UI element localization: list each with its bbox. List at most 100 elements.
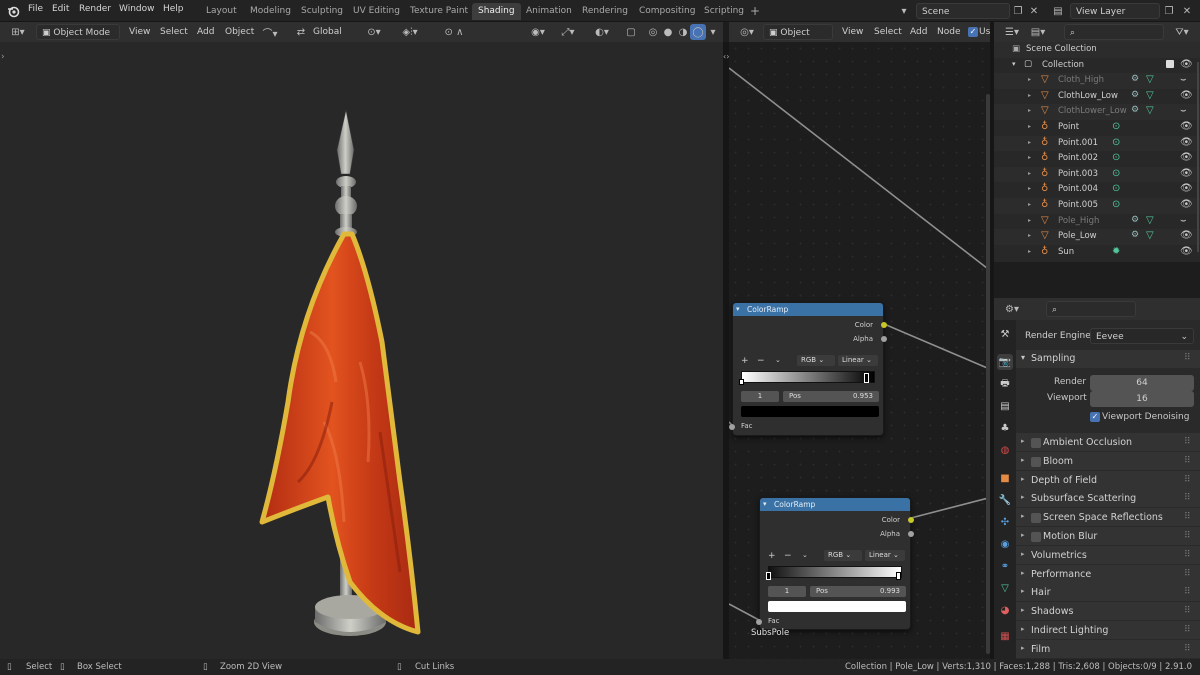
menu-render[interactable]: Render (79, 4, 111, 14)
node-add-menu[interactable]: Add (905, 24, 932, 40)
render-engine-dropdown[interactable]: Eevee ⌄ (1090, 328, 1194, 344)
xray-icon[interactable]: ▢ (624, 24, 638, 40)
data-tab-icon[interactable]: ▽ (997, 580, 1013, 596)
output-tab-icon[interactable]: 🖶 (997, 376, 1013, 392)
node-2-color-mode-dropdown[interactable]: RGB ⌄ (824, 550, 862, 561)
mesh-data-icon[interactable]: ▽ (1146, 215, 1154, 226)
wireframe-shading-icon[interactable]: ◎ (646, 24, 660, 40)
add-menu[interactable]: Add (192, 24, 219, 40)
scene-icon[interactable]: ▾ (893, 3, 915, 19)
outliner-item[interactable]: ▸ ♁ Point ⊙ 👁 (994, 120, 1200, 136)
tab-texture-paint[interactable]: Texture Paint (404, 3, 474, 20)
object-menu[interactable]: Object (220, 24, 259, 40)
expand-icon[interactable]: ▸ (1028, 232, 1031, 239)
menu-file[interactable]: File (28, 4, 43, 14)
modifier-icon[interactable]: ⚙ (1131, 90, 1139, 100)
ramp-menu-icon[interactable]: ⌄ (775, 356, 781, 364)
color-ramp-node-1[interactable]: ▾ ColorRamp Color Alpha + − ⌄ RGB ⌄ Line… (729, 302, 887, 436)
drag-handle-icon[interactable]: ⠿ (1184, 437, 1191, 447)
eye-icon[interactable]: 👁 (1180, 137, 1193, 148)
node-1-interpolation-dropdown[interactable]: Linear ⌄ (838, 355, 878, 366)
panel-enable-checkbox[interactable] (1031, 532, 1041, 542)
render-panel-header[interactable]: ▸ Film ⠿ (1016, 639, 1200, 659)
expand-icon[interactable]: ▸ (1021, 550, 1025, 558)
sampling-panel-header[interactable]: ▾ Sampling ⠿ (1016, 350, 1200, 368)
expand-icon[interactable]: ▸ (1021, 512, 1025, 520)
render-panel-header[interactable]: ▸ Performance ⠿ (1016, 564, 1200, 584)
render-panel-header[interactable]: ▸ Subsurface Scattering ⠿ (1016, 489, 1200, 509)
viewport-denoising-checkbox[interactable]: ✓ (1090, 412, 1100, 422)
drag-handle-icon[interactable]: ⠿ (1184, 550, 1191, 560)
render-samples-field[interactable]: 64 (1090, 375, 1194, 391)
panel-enable-checkbox[interactable] (1031, 456, 1041, 467)
node-2-gradient-ramp[interactable] (768, 566, 902, 578)
drag-handle-icon[interactable]: ⠿ (1184, 569, 1191, 579)
node-1-stop-white[interactable] (739, 379, 744, 385)
expand-icon[interactable]: ▸ (1028, 107, 1031, 114)
outliner-item[interactable]: ▸ ♁ Point.003 ⊙ 👁 (994, 166, 1200, 183)
collection-row[interactable]: ▾ ▢ Collection 👁 (994, 58, 1200, 74)
drag-handle-icon[interactable]: ⠿ (1184, 531, 1191, 541)
view-layer-icon[interactable]: ▤ (1047, 3, 1069, 19)
render-panel-header[interactable]: ▸ Screen Space Reflections ⠿ (1016, 508, 1200, 528)
node-editor[interactable]: ▾ ColorRamp Color Alpha + − ⌄ RGB ⌄ Line… (729, 42, 992, 659)
material-shading-icon[interactable]: ◑ (676, 24, 690, 40)
node-node-menu[interactable]: Node (932, 24, 966, 40)
add-stop-icon[interactable]: + (768, 551, 776, 561)
render-tab-icon[interactable]: 📷 (997, 354, 1013, 370)
tab-sculpting[interactable]: Sculpting (295, 3, 349, 20)
collapse-icon[interactable]: ▾ (736, 303, 740, 316)
expand-icon[interactable]: ▸ (1028, 92, 1031, 99)
rendered-shading-icon[interactable]: ◯ (690, 24, 706, 40)
mesh-data-icon[interactable]: ▽ (1146, 90, 1154, 101)
node-2-header[interactable]: ▾ ColorRamp (760, 498, 910, 511)
toolbar-toggle-icon[interactable]: › (1, 52, 5, 62)
scene-collection-row[interactable]: ▣ Scene Collection (994, 42, 1200, 58)
node-editor-type-icon[interactable]: ◎▾ (735, 24, 759, 40)
light-data-icon[interactable]: ⊙ (1112, 183, 1120, 194)
expand-icon[interactable]: ▸ (1028, 139, 1031, 146)
world-tab-icon[interactable]: ◍ (997, 442, 1013, 458)
properties-search-input[interactable]: ⌕ (1046, 301, 1136, 317)
tab-rendering[interactable]: Rendering (576, 3, 634, 20)
expand-icon[interactable]: ▸ (1028, 185, 1031, 192)
node-2-color-socket[interactable] (908, 517, 914, 523)
outliner-scrollbar[interactable] (1197, 62, 1199, 252)
tab-animation[interactable]: Animation (520, 3, 578, 20)
outliner-search-input[interactable]: ⌕ (1064, 24, 1164, 40)
modifier-icon[interactable]: ⚙ (1131, 105, 1139, 115)
texture-tab-icon[interactable]: ▦ (997, 628, 1013, 644)
eye-icon[interactable]: 👁 (1180, 90, 1193, 101)
sun-data-icon[interactable]: ✹ (1112, 246, 1120, 257)
eye-closed-icon[interactable]: ⌣ (1180, 105, 1187, 116)
mesh-data-icon[interactable]: ▽ (1146, 105, 1154, 116)
menu-edit[interactable]: Edit (52, 4, 69, 14)
eye-icon[interactable]: 👁 (1180, 230, 1193, 241)
pivot-icon[interactable]: ⊙▾ (362, 24, 386, 40)
material-tab-icon[interactable]: ◕ (997, 602, 1013, 618)
render-panel-header[interactable]: ▸ Hair ⠿ (1016, 583, 1200, 603)
outliner[interactable]: ▣ Scene Collection ▾ ▢ Collection 👁 ▸ ▽ Cl… (994, 42, 1200, 262)
light-data-icon[interactable]: ⊙ (1112, 152, 1120, 163)
menu-help[interactable]: Help (163, 4, 184, 14)
tab-scripting[interactable]: Scripting (698, 3, 750, 20)
filter-icon[interactable]: ⛛▾ (1170, 24, 1194, 40)
viewport-samples-field[interactable]: 16 (1090, 391, 1194, 407)
3d-viewport[interactable]: › (0, 42, 723, 659)
eye-icon[interactable]: 👁 (1180, 168, 1193, 179)
node-2-stop-white[interactable] (896, 572, 901, 580)
eye-icon[interactable]: 👁 (1180, 246, 1193, 257)
node-1-stop-index[interactable]: 1 (741, 391, 779, 402)
color-ramp-node-2[interactable]: ▾ ColorRamp Color Alpha + − ⌄ RGB ⌄ Line… (756, 497, 914, 630)
tab-compositing[interactable]: Compositing (633, 3, 701, 20)
light-data-icon[interactable]: ⊙ (1112, 199, 1120, 210)
view-layer-field[interactable]: View Layer (1070, 3, 1160, 19)
node-2-interpolation-dropdown[interactable]: Linear ⌄ (865, 550, 905, 561)
modifier-tab-icon[interactable]: 🔧 (997, 492, 1013, 508)
expand-icon[interactable]: ▸ (1021, 625, 1025, 633)
remove-stop-icon[interactable]: − (784, 551, 792, 561)
drag-handle-icon[interactable]: ⠿ (1184, 512, 1191, 522)
solid-shading-icon[interactable]: ● (661, 24, 675, 40)
light-data-icon[interactable]: ⊙ (1112, 168, 1120, 179)
drag-handle-icon[interactable]: ⠿ (1184, 493, 1191, 503)
